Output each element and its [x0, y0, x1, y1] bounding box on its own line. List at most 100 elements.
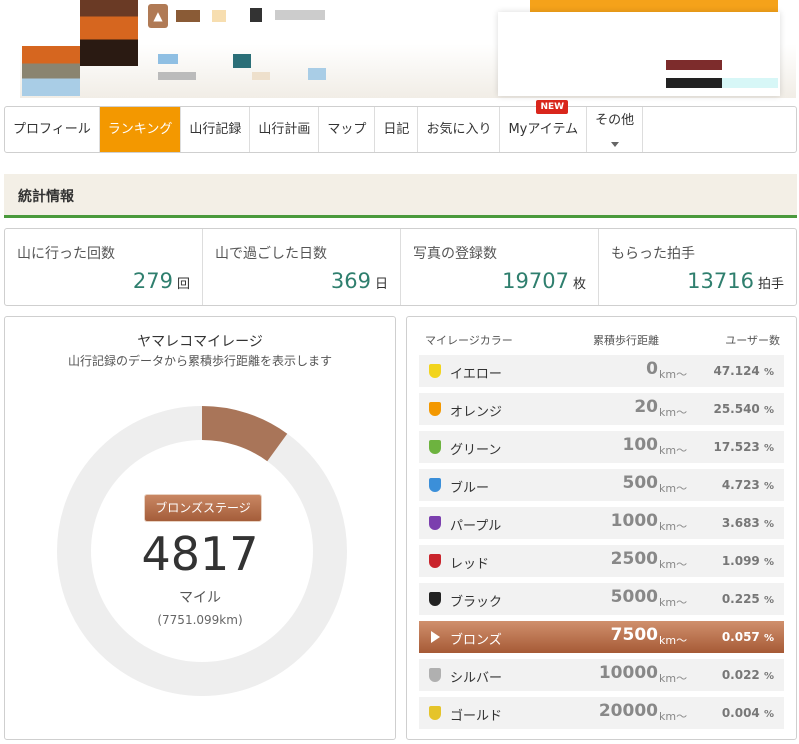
tab-ranking[interactable]: ランキング [99, 107, 182, 152]
current-stage-icon [431, 631, 440, 643]
stat-number: 369 [330, 269, 371, 293]
stat-value: 279 回 [133, 269, 190, 293]
row-distance-unit: km〜 [659, 558, 688, 571]
tab-plans[interactable]: 山行計画 [250, 107, 320, 152]
row-user-percent: 4.723 % [722, 478, 774, 492]
meta-block-2 [158, 72, 196, 80]
row-user-percent-unit: % [763, 671, 774, 682]
row-user-percent: 17.523 % [713, 440, 774, 454]
mileage-km: (7751.099km) [157, 613, 243, 627]
donut-progress [201, 406, 288, 462]
row-distance-unit: km〜 [659, 710, 688, 723]
tab-profile[interactable]: プロフィール [5, 107, 100, 152]
row-distance-unit: km〜 [659, 444, 688, 457]
stage-badge: ブロンズステージ [145, 495, 261, 521]
avatar-extra [22, 46, 80, 96]
row-distance: 7500 [610, 625, 658, 645]
table-row: ブロンズ 7500 km〜 0.057 % [419, 621, 784, 653]
stat-unit: 回 [176, 277, 190, 292]
row-user-percent-value: 47.124 [713, 364, 760, 378]
row-color-name: シルバー [450, 671, 503, 686]
stat-applause: もらった拍手 13716 拍手 [599, 229, 796, 305]
row-distance: 500 [622, 473, 659, 493]
row-user-percent: 25.540 % [713, 402, 774, 416]
row-color-name: ブラック [450, 595, 503, 610]
row-distance-unit: km〜 [659, 672, 688, 685]
row-user-percent-unit: % [763, 443, 774, 454]
stats-bar: 山に行った回数 279 回 山で過ごした日数 369 日 写真の登録数 19707 枚… [4, 228, 797, 306]
mileage-title: ヤマレコマイレージ [137, 334, 263, 350]
table-row: ブルー 500 km〜 4.723 % [419, 469, 784, 501]
tab-my-items[interactable]: Myアイテム NEW [500, 100, 588, 152]
row-user-percent-value: 0.057 [721, 630, 760, 644]
row-user-percent-unit: % [763, 709, 774, 720]
row-color-name: オレンジ [450, 405, 503, 420]
stat-unit: 日 [374, 277, 388, 292]
row-user-percent: 0.022 % [722, 668, 774, 682]
tab-records[interactable]: 山行記録 [181, 107, 251, 152]
row-user-percent-unit: % [763, 595, 774, 606]
stat-value: 13716 拍手 [687, 269, 784, 293]
avatar[interactable] [80, 0, 138, 66]
username-block[interactable] [176, 10, 200, 22]
username-block-4 [275, 10, 325, 20]
tab-my-items-label: Myアイテム [508, 122, 579, 137]
stat-unit: 拍手 [757, 277, 784, 292]
meta-block-4 [252, 72, 270, 80]
username-block-3 [250, 8, 262, 22]
header-color: マイレージカラー [425, 334, 513, 347]
banner-block-3 [722, 78, 778, 88]
tab-favorites[interactable]: お気に入り [418, 107, 501, 152]
row-user-percent-value: 17.523 [713, 440, 760, 454]
row-user-percent-unit: % [763, 633, 774, 644]
row-user-percent: 1.099 % [722, 554, 774, 568]
table-row: シルバー 10000 km〜 0.022 % [419, 659, 784, 691]
row-user-percent: 3.683 % [722, 516, 774, 530]
stat-label: 写真の登録数 [413, 246, 497, 262]
header-distance: 累積歩行距離 [593, 334, 659, 347]
mileage-subtitle: 山行記録のデータから累積歩行距離を表示します [67, 354, 332, 368]
premium-banner[interactable] [498, 12, 780, 96]
banner-block-1 [666, 60, 722, 70]
stat-number: 279 [132, 269, 173, 293]
tab-diary[interactable]: 日記 [375, 107, 419, 152]
shield-icon [429, 478, 441, 492]
tab-more[interactable]: その他 [587, 107, 644, 152]
row-user-percent-unit: % [763, 481, 774, 492]
row-color-name: グリーン [450, 443, 502, 458]
row-user-percent: 0.225 % [722, 592, 774, 606]
row-distance-unit: km〜 [659, 368, 688, 381]
chevron-down-icon [610, 142, 619, 147]
row-user-percent-value: 1.099 [721, 554, 760, 568]
row-color-name: レッド [450, 557, 490, 572]
row-distance-unit: km〜 [659, 520, 688, 533]
row-user-percent-value: 0.022 [721, 668, 760, 682]
mileage-value: 4817 [141, 527, 259, 581]
row-distance: 1000 [610, 511, 658, 531]
shield-icon [429, 440, 441, 454]
shield-icon [429, 592, 441, 606]
row-distance: 0 [646, 359, 658, 379]
section-title: 統計情報 [18, 189, 74, 205]
row-distance-unit: km〜 [659, 596, 688, 609]
meta-block-5 [308, 68, 326, 80]
tab-more-label: その他 [595, 113, 635, 128]
table-row: オレンジ 20 km〜 25.540 % [419, 393, 784, 425]
row-distance-unit: km〜 [659, 634, 688, 647]
tab-map[interactable]: マップ [319, 107, 376, 152]
shield-icon [429, 706, 441, 720]
row-user-percent-unit: % [763, 519, 774, 530]
row-distance: 2500 [610, 549, 658, 569]
stat-value: 369 日 [331, 269, 388, 293]
row-color-name: イエロー [450, 367, 502, 382]
meta-block-1 [158, 54, 178, 64]
row-distance-unit: km〜 [659, 482, 688, 495]
row-distance: 10000 [598, 663, 658, 683]
stat-days: 山で過ごした日数 369 日 [203, 229, 401, 305]
row-user-percent-value: 4.723 [721, 478, 760, 492]
mileage-unit: マイル [179, 590, 221, 606]
table-row: レッド 2500 km〜 1.099 % [419, 545, 784, 577]
new-badge: NEW [536, 100, 569, 114]
mileage-color-table: マイレージカラー 累積歩行距離 ユーザー数 イエロー 0 km〜 47.124 % オレ… [406, 316, 797, 740]
table-row: イエロー 0 km〜 47.124 % [419, 355, 784, 387]
